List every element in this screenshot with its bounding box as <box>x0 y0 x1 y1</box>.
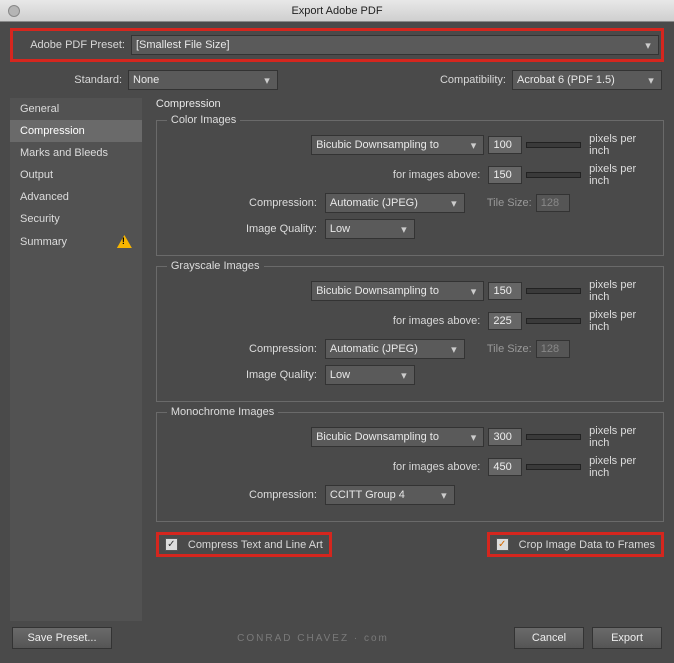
compat-dropdown[interactable]: Acrobat 6 (PDF 1.5) ▾ <box>512 70 662 90</box>
preset-dropdown[interactable]: [Smallest File Size] ▾ <box>131 35 659 55</box>
chevron-down-icon: ▾ <box>467 285 479 298</box>
sidebar-item-marks[interactable]: Marks and Bleeds <box>10 142 142 164</box>
gray-tile-field <box>536 340 570 358</box>
mono-ppi-slider[interactable] <box>526 434 581 440</box>
sidebar-item-summary[interactable]: Summary <box>10 230 142 253</box>
titlebar: Export Adobe PDF <box>0 0 674 22</box>
chevron-down-icon: ▾ <box>642 39 654 52</box>
gray-ppi-field[interactable] <box>488 282 522 300</box>
check-icon: ✓ <box>165 538 178 551</box>
standard-label: Standard: <box>12 74 122 86</box>
color-tile-field <box>536 194 570 212</box>
preset-row: Adobe PDF Preset: [Smallest File Size] ▾ <box>10 28 664 62</box>
grayscale-fieldset: Grayscale Images Bicubic Downsampling to… <box>156 266 664 402</box>
window-title: Export Adobe PDF <box>291 5 382 17</box>
sidebar-item-general[interactable]: General <box>10 98 142 120</box>
standard-value: None <box>133 74 261 86</box>
watermark: CONRAD CHAVEZ · com <box>120 633 506 644</box>
gray-legend: Grayscale Images <box>167 260 264 272</box>
export-pdf-window: Export Adobe PDF Adobe PDF Preset: [Smal… <box>0 0 674 663</box>
color-above-field[interactable] <box>488 166 522 184</box>
chevron-down-icon: ▾ <box>448 343 460 356</box>
gray-compression-dropdown[interactable]: Automatic (JPEG)▾ <box>325 339 465 359</box>
save-preset-button[interactable]: Save Preset... <box>12 627 112 649</box>
preset-value: [Smallest File Size] <box>136 39 642 51</box>
sidebar-item-output[interactable]: Output <box>10 164 142 186</box>
color-legend: Color Images <box>167 114 240 126</box>
sidebar-item-compression[interactable]: Compression <box>10 120 142 142</box>
chevron-down-icon: ▾ <box>398 369 410 382</box>
chevron-down-icon: ▾ <box>467 431 479 444</box>
chevron-down-icon: ▾ <box>448 197 460 210</box>
check-icon: ✓ <box>496 538 509 551</box>
mono-method-dropdown[interactable]: Bicubic Downsampling to▾ <box>311 427 484 447</box>
compat-value: Acrobat 6 (PDF 1.5) <box>517 74 645 86</box>
color-images-fieldset: Color Images Bicubic Downsampling to ▾ p… <box>156 120 664 256</box>
chevron-down-icon: ▾ <box>261 74 273 87</box>
crop-image-checkbox[interactable]: ✓ Crop Image Data to Frames <box>487 532 664 557</box>
main-panel: Compression Color Images Bicubic Downsam… <box>142 98 664 621</box>
export-button[interactable]: Export <box>592 627 662 649</box>
gray-above-field[interactable] <box>488 312 522 330</box>
for-above-label: for images above: <box>311 169 484 181</box>
gray-method-dropdown[interactable]: Bicubic Downsampling to▾ <box>311 281 484 301</box>
sidebar-item-security[interactable]: Security <box>10 208 142 230</box>
page-title: Compression <box>156 98 664 110</box>
mono-legend: Monochrome Images <box>167 406 278 418</box>
chevron-down-icon: ▾ <box>645 74 657 87</box>
chevron-down-icon: ▾ <box>438 489 450 502</box>
color-quality-dropdown[interactable]: Low ▾ <box>325 219 415 239</box>
compression-label: Compression: <box>167 197 317 209</box>
tile-size-label: Tile Size: <box>487 197 532 209</box>
preset-label: Adobe PDF Preset: <box>15 39 125 51</box>
gray-above-slider[interactable] <box>526 318 581 324</box>
quality-label: Image Quality: <box>167 223 317 235</box>
color-compression-dropdown[interactable]: Automatic (JPEG) ▾ <box>325 193 465 213</box>
unit-label: pixels per inch <box>589 133 653 157</box>
sidebar-item-advanced[interactable]: Advanced <box>10 186 142 208</box>
standard-compat-row: Standard: None ▾ Compatibility: Acrobat … <box>10 64 664 98</box>
close-icon[interactable] <box>8 5 20 17</box>
gray-quality-dropdown[interactable]: Low▾ <box>325 365 415 385</box>
mono-above-slider[interactable] <box>526 464 581 470</box>
chevron-down-icon: ▾ <box>398 223 410 236</box>
color-ppi-field[interactable] <box>488 136 522 154</box>
mono-ppi-field[interactable] <box>488 428 522 446</box>
mono-above-field[interactable] <box>488 458 522 476</box>
warning-icon <box>117 235 132 248</box>
cancel-button[interactable]: Cancel <box>514 627 584 649</box>
chevron-down-icon: ▾ <box>467 139 479 152</box>
compat-label: Compatibility: <box>440 74 506 86</box>
color-above-slider[interactable] <box>526 172 581 178</box>
standard-dropdown[interactable]: None ▾ <box>128 70 278 90</box>
monochrome-fieldset: Monochrome Images Bicubic Downsampling t… <box>156 412 664 522</box>
color-method-dropdown[interactable]: Bicubic Downsampling to ▾ <box>311 135 484 155</box>
compress-text-checkbox[interactable]: ✓ Compress Text and Line Art <box>156 532 332 557</box>
color-ppi-slider[interactable] <box>526 142 581 148</box>
sidebar: General Compression Marks and Bleeds Out… <box>10 98 142 621</box>
mono-compression-dropdown[interactable]: CCITT Group 4▾ <box>325 485 455 505</box>
gray-ppi-slider[interactable] <box>526 288 581 294</box>
